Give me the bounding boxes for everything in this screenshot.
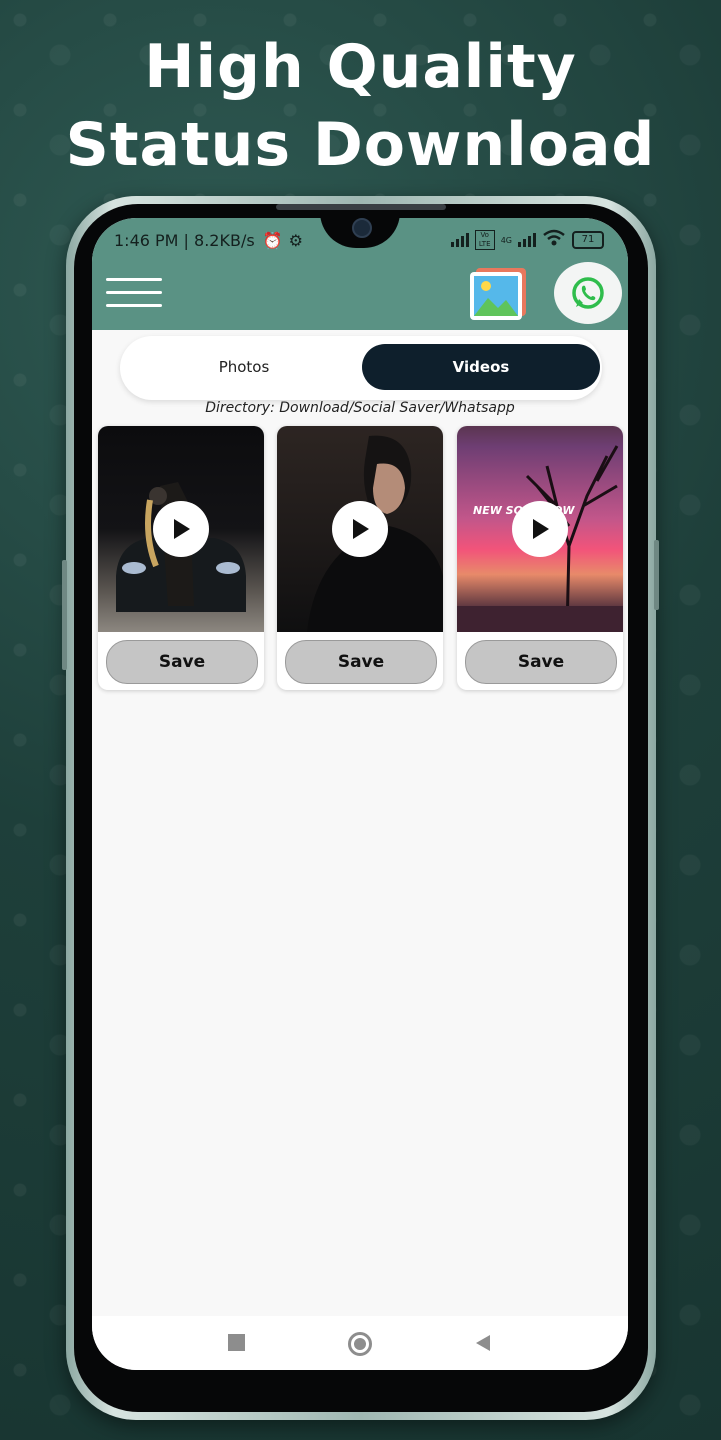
volte-badge: Vo LTE [474,230,495,250]
play-icon [353,519,369,539]
play-button[interactable] [332,501,388,557]
triangle-back-icon[interactable] [474,1334,492,1356]
play-button[interactable] [512,501,568,557]
play-button[interactable] [153,501,209,557]
video-card: Save [98,426,264,690]
play-icon [533,519,549,539]
phone-speaker [276,204,446,210]
network-gen-label: 4G [500,235,512,245]
directory-path: Directory: Download/Social Saver/Whatsap… [205,400,515,416]
side-button [62,560,67,670]
tab-videos[interactable]: Videos [362,344,600,390]
video-thumbnail[interactable]: NEW SO ORROW [457,426,623,633]
play-icon [174,519,190,539]
gallery-icon[interactable] [468,266,528,322]
volume-button [654,540,659,610]
video-thumbnail[interactable] [98,426,264,632]
save-button[interactable]: Save [285,640,437,684]
whatsapp-icon [572,277,604,309]
hamburger-icon[interactable] [106,278,162,308]
whatsapp-button[interactable] [554,262,622,324]
video-thumbnail[interactable] [277,426,443,632]
media-tabs: Photos Videos [120,336,602,400]
video-card: NEW SO ORROW Save [457,426,623,690]
signal-icon-2 [518,233,536,247]
phone-screen: 1:46 PM | 8.2KB/s ⏰ ⚙ Vo LTE 4G 71 Photo… [92,218,628,1370]
promo-line-1: High Quality [144,32,577,102]
settings-icon: ⚙ [288,230,303,250]
status-icons: Vo LTE 4G 71 [450,229,604,251]
save-button[interactable]: Save [465,640,617,684]
square-icon[interactable] [228,1334,245,1351]
promo-headline: High Quality Status Download [0,28,721,184]
tab-photos[interactable]: Photos [126,344,362,390]
battery-icon: 71 [572,231,604,249]
system-nav-bar [92,1316,628,1370]
circle-icon[interactable] [348,1332,372,1356]
status-time-speed: 1:46 PM | 8.2KB/s [114,230,255,250]
save-button[interactable]: Save [106,640,258,684]
signal-icon [450,233,469,247]
video-card: Save [277,426,443,690]
promo-line-2: Status Download [65,110,656,180]
front-camera [352,218,372,238]
wifi-icon [542,229,566,251]
alarm-icon: ⏰ [262,230,283,250]
